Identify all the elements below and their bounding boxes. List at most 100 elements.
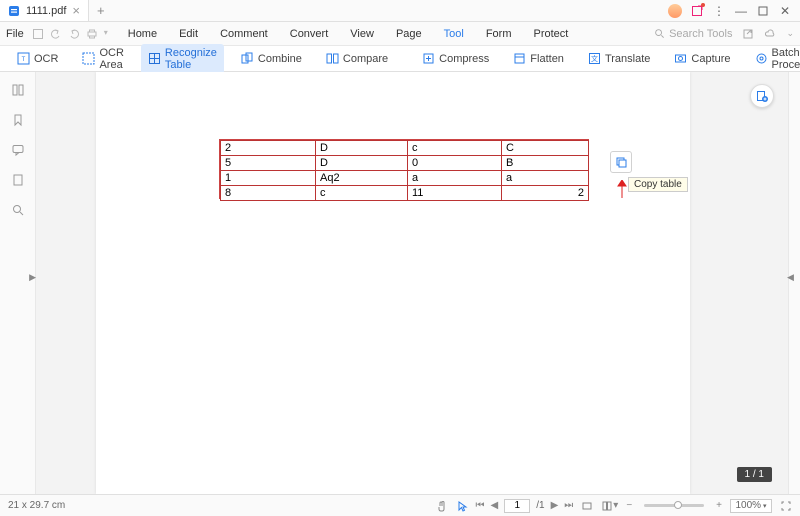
first-page-icon[interactable]: ⏮ bbox=[476, 500, 485, 511]
table-cell[interactable]: 1 bbox=[221, 171, 316, 186]
page-indicator-badge: 1 / 1 bbox=[737, 467, 772, 482]
minimize-icon[interactable]: — bbox=[734, 4, 748, 18]
zoom-out-icon[interactable]: − bbox=[626, 500, 632, 511]
translate-button[interactable]: 文Translate bbox=[581, 49, 657, 68]
expand-right-icon[interactable]: ◀ bbox=[787, 272, 794, 283]
capture-button[interactable]: Capture bbox=[667, 49, 737, 68]
print-icon[interactable] bbox=[86, 28, 98, 40]
table-cell[interactable]: c bbox=[408, 141, 502, 156]
dropdown-icon[interactable]: ▾ bbox=[104, 28, 108, 40]
menu-view[interactable]: View bbox=[350, 28, 374, 40]
user-avatar-icon[interactable] bbox=[668, 4, 682, 18]
table-cell[interactable]: a bbox=[502, 171, 589, 186]
ocr-label: OCR bbox=[34, 53, 58, 65]
notification-icon[interactable] bbox=[690, 4, 704, 18]
zoom-slider[interactable] bbox=[644, 504, 704, 507]
floating-action-button[interactable] bbox=[750, 84, 774, 108]
toolbar: TOCR OCR Area Recognize Table Combine Co… bbox=[0, 46, 800, 72]
recognized-table[interactable]: 2 D c C 5 D 0 B 1 Aq2 a a bbox=[220, 140, 589, 201]
select-tool-icon[interactable] bbox=[456, 500, 468, 512]
table-cell[interactable]: Aq2 bbox=[316, 171, 408, 186]
table-cell[interactable]: c bbox=[316, 186, 408, 201]
main-area: ▶ 2 D c C 5 D 0 B 1 Aq2 bbox=[0, 72, 800, 494]
comment-panel-icon[interactable] bbox=[10, 142, 26, 158]
attachment-icon[interactable] bbox=[10, 172, 26, 188]
ocr-button[interactable]: TOCR bbox=[10, 49, 65, 68]
svg-text:文: 文 bbox=[591, 54, 598, 63]
fit-width-icon[interactable] bbox=[581, 500, 593, 512]
table-cell[interactable]: C bbox=[502, 141, 589, 156]
maximize-icon[interactable] bbox=[756, 4, 770, 18]
main-menu: Home Edit Comment Convert View Page Tool… bbox=[128, 28, 569, 40]
copy-table-tooltip: Copy table bbox=[628, 177, 688, 192]
search-tools[interactable]: Search Tools bbox=[654, 28, 732, 40]
combine-button[interactable]: Combine bbox=[234, 49, 309, 68]
prev-page-icon[interactable]: ◀ bbox=[491, 500, 499, 511]
menu-comment[interactable]: Comment bbox=[220, 28, 268, 40]
new-tab-button[interactable]: + bbox=[89, 3, 113, 18]
thumbnails-icon[interactable] bbox=[10, 82, 26, 98]
view-mode-icon[interactable]: ▾ bbox=[601, 500, 618, 512]
cloud-icon[interactable] bbox=[764, 28, 776, 40]
recognize-table-icon bbox=[148, 52, 161, 65]
page-total: /1 bbox=[536, 500, 544, 511]
table-row: 1 Aq2 a a bbox=[221, 171, 589, 186]
menu-page[interactable]: Page bbox=[396, 28, 422, 40]
next-page-icon[interactable]: ▶ bbox=[551, 500, 559, 511]
compress-button[interactable]: Compress bbox=[415, 49, 496, 68]
page-number-input[interactable] bbox=[504, 499, 530, 513]
zoom-thumb[interactable] bbox=[674, 501, 682, 509]
statusbar: 21 x 29.7 cm ⏮ ◀ /1 ▶ ⏭ ▾ − + 100%▾ bbox=[0, 494, 800, 516]
table-cell[interactable]: D bbox=[316, 156, 408, 171]
batch-icon bbox=[755, 52, 768, 65]
compress-label: Compress bbox=[439, 53, 489, 65]
copy-table-button[interactable] bbox=[610, 151, 632, 173]
hand-tool-icon[interactable] bbox=[436, 500, 448, 512]
table-row: 5 D 0 B bbox=[221, 156, 589, 171]
ocr-area-button[interactable]: OCR Area bbox=[75, 44, 130, 74]
table-cell[interactable]: 8 bbox=[221, 186, 316, 201]
compare-button[interactable]: Compare bbox=[319, 49, 395, 68]
document-canvas[interactable]: 2 D c C 5 D 0 B 1 Aq2 a a bbox=[36, 72, 788, 494]
search-icon bbox=[654, 28, 665, 39]
table-cell[interactable]: D bbox=[316, 141, 408, 156]
table-cell[interactable]: 11 bbox=[408, 186, 502, 201]
ocr-area-label: OCR Area bbox=[99, 47, 123, 71]
share-icon[interactable] bbox=[742, 28, 754, 40]
more-icon[interactable]: ⋮ bbox=[712, 4, 726, 18]
table-cell[interactable]: 5 bbox=[221, 156, 316, 171]
table-cell[interactable]: 2 bbox=[502, 186, 589, 201]
menu-protect[interactable]: Protect bbox=[534, 28, 569, 40]
menu-form[interactable]: Form bbox=[486, 28, 512, 40]
pdf-page: 2 D c C 5 D 0 B 1 Aq2 a a bbox=[96, 72, 690, 494]
left-sidebar: ▶ bbox=[0, 72, 36, 494]
chevron-down-icon[interactable]: ⌄ bbox=[786, 28, 794, 39]
search-panel-icon[interactable] bbox=[10, 202, 26, 218]
table-cell[interactable]: B bbox=[502, 156, 589, 171]
menu-convert[interactable]: Convert bbox=[290, 28, 329, 40]
flatten-button[interactable]: Flatten bbox=[506, 49, 571, 68]
close-tab-icon[interactable]: × bbox=[72, 3, 80, 18]
close-window-icon[interactable]: ✕ bbox=[778, 4, 792, 18]
menu-tool[interactable]: Tool bbox=[444, 28, 464, 40]
menu-edit[interactable]: Edit bbox=[179, 28, 198, 40]
zoom-in-icon[interactable]: + bbox=[716, 500, 722, 511]
undo-icon[interactable] bbox=[50, 28, 62, 40]
table-cell[interactable]: a bbox=[408, 171, 502, 186]
combine-label: Combine bbox=[258, 53, 302, 65]
flatten-label: Flatten bbox=[530, 53, 564, 65]
expand-left-icon[interactable]: ▶ bbox=[29, 272, 36, 283]
last-page-icon[interactable]: ⏭ bbox=[564, 500, 573, 511]
file-menu[interactable]: File bbox=[6, 28, 24, 40]
redo-icon[interactable] bbox=[68, 28, 80, 40]
recognize-table-button[interactable]: Recognize Table bbox=[141, 44, 224, 74]
batch-process-button[interactable]: Batch Process bbox=[748, 44, 800, 74]
zoom-level[interactable]: 100%▾ bbox=[730, 499, 772, 513]
save-icon[interactable] bbox=[32, 28, 44, 40]
table-cell[interactable]: 0 bbox=[408, 156, 502, 171]
table-cell[interactable]: 2 bbox=[221, 141, 316, 156]
menu-home[interactable]: Home bbox=[128, 28, 157, 40]
bookmark-icon[interactable] bbox=[10, 112, 26, 128]
document-tab[interactable]: 1111.pdf × bbox=[0, 0, 89, 21]
fullscreen-icon[interactable] bbox=[780, 500, 792, 512]
